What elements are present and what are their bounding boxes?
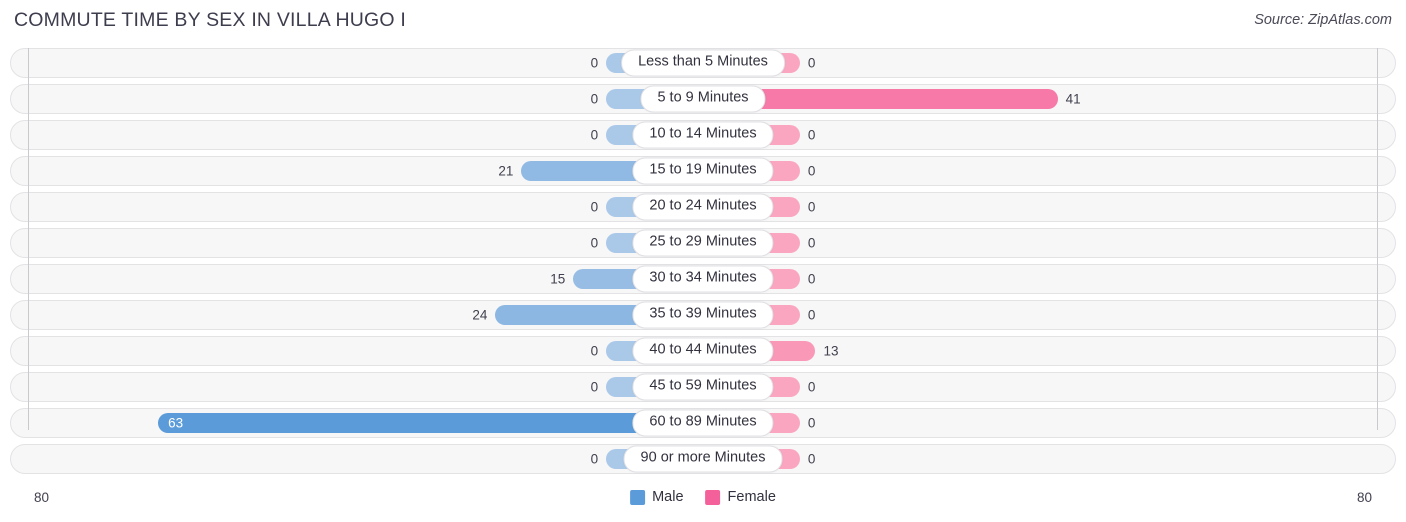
- category-label: 90 or more Minutes: [623, 445, 783, 473]
- female-value-label: 0: [807, 163, 816, 179]
- row-content: 0 0 25 to 29 Minutes: [11, 229, 1395, 257]
- bar-rows: 0 0 Less than 5 Minutes 0 41 5 to 9 Minutes 0 0…: [10, 48, 1396, 480]
- male-value-label: 0: [590, 127, 599, 143]
- table-row: 0 0 20 to 24 Minutes: [10, 192, 1396, 222]
- table-row: 0 0 45 to 59 Minutes: [10, 372, 1396, 402]
- row-content: 21 0 15 to 19 Minutes: [11, 157, 1395, 185]
- category-label: 35 to 39 Minutes: [632, 301, 774, 329]
- row-content: 0 0 10 to 14 Minutes: [11, 121, 1395, 149]
- female-value-label: 0: [807, 271, 816, 287]
- male-value-label: 0: [590, 451, 599, 467]
- legend-item[interactable]: Male: [630, 489, 684, 505]
- chart-footer: 80 80 Male Female: [0, 482, 1406, 522]
- female-value-label: 41: [1065, 91, 1081, 107]
- row-content: 0 0 20 to 24 Minutes: [11, 193, 1395, 221]
- row-content: 0 0 Less than 5 Minutes: [11, 49, 1395, 77]
- category-label: 60 to 89 Minutes: [632, 409, 774, 437]
- axis-max-left: 80: [34, 490, 50, 505]
- table-row: 24 0 35 to 39 Minutes: [10, 300, 1396, 330]
- female-value-label: 0: [807, 199, 816, 215]
- table-row: 0 13 40 to 44 Minutes: [10, 336, 1396, 366]
- male-value-label: 63: [168, 415, 184, 431]
- legend-swatch-icon: [705, 489, 721, 505]
- legend-swatch-icon: [630, 489, 646, 505]
- table-row: 0 41 5 to 9 Minutes: [10, 84, 1396, 114]
- female-value-label: 13: [823, 343, 839, 359]
- male-value-label: 0: [590, 235, 599, 251]
- table-row: 63 0 60 to 89 Minutes: [10, 408, 1396, 438]
- category-label: 45 to 59 Minutes: [632, 373, 774, 401]
- row-content: 0 0 90 or more Minutes: [11, 445, 1395, 473]
- category-label: 25 to 29 Minutes: [632, 229, 774, 257]
- category-label: 20 to 24 Minutes: [632, 193, 774, 221]
- legend-item[interactable]: Female: [705, 489, 776, 505]
- table-row: 0 0 Less than 5 Minutes: [10, 48, 1396, 78]
- axis-line-right: [1377, 48, 1378, 430]
- female-value-label: 0: [807, 307, 816, 323]
- row-content: 24 0 35 to 39 Minutes: [11, 301, 1395, 329]
- category-label: Less than 5 Minutes: [621, 49, 785, 77]
- male-value-label: 0: [590, 55, 599, 71]
- category-label: 10 to 14 Minutes: [632, 121, 774, 149]
- female-value-label: 0: [807, 127, 816, 143]
- category-label: 40 to 44 Minutes: [632, 337, 774, 365]
- female-value-label: 0: [807, 235, 816, 251]
- legend-label: Male: [652, 489, 684, 505]
- plot-area: 0 0 Less than 5 Minutes 0 41 5 to 9 Minutes 0 0…: [0, 48, 1406, 482]
- male-value-label: 0: [590, 379, 599, 395]
- chart-header: COMMUTE TIME BY SEX IN VILLA HUGO I Sour…: [0, 0, 1406, 44]
- axis-max-right: 80: [1356, 490, 1372, 505]
- table-row: 0 0 25 to 29 Minutes: [10, 228, 1396, 258]
- row-content: 0 13 40 to 44 Minutes: [11, 337, 1395, 365]
- male-value-label: 21: [498, 163, 514, 179]
- legend-label: Female: [727, 489, 776, 505]
- female-value-label: 0: [807, 55, 816, 71]
- category-label: 30 to 34 Minutes: [632, 265, 774, 293]
- row-content: 0 41 5 to 9 Minutes: [11, 85, 1395, 113]
- commute-time-chart: COMMUTE TIME BY SEX IN VILLA HUGO I Sour…: [0, 0, 1406, 522]
- chart-legend: Male Female: [630, 489, 776, 505]
- axis-line-left: [28, 48, 29, 430]
- male-bar: 63: [158, 413, 703, 433]
- source-attribution: Source: ZipAtlas.com: [1254, 12, 1392, 28]
- table-row: 0 0 90 or more Minutes: [10, 444, 1396, 474]
- row-content: 15 0 30 to 34 Minutes: [11, 265, 1395, 293]
- table-row: 0 0 10 to 14 Minutes: [10, 120, 1396, 150]
- row-content: 63 0 60 to 89 Minutes: [11, 409, 1395, 437]
- male-value-label: 24: [472, 307, 488, 323]
- male-value-label: 0: [590, 199, 599, 215]
- table-row: 15 0 30 to 34 Minutes: [10, 264, 1396, 294]
- male-value-label: 15: [550, 271, 566, 287]
- female-value-label: 0: [807, 379, 816, 395]
- category-label: 15 to 19 Minutes: [632, 157, 774, 185]
- male-value-label: 0: [590, 343, 599, 359]
- row-content: 0 0 45 to 59 Minutes: [11, 373, 1395, 401]
- page-title: COMMUTE TIME BY SEX IN VILLA HUGO I: [14, 9, 407, 31]
- female-value-label: 0: [807, 415, 816, 431]
- male-value-label: 0: [590, 91, 599, 107]
- table-row: 21 0 15 to 19 Minutes: [10, 156, 1396, 186]
- category-label: 5 to 9 Minutes: [640, 85, 766, 113]
- female-value-label: 0: [807, 451, 816, 467]
